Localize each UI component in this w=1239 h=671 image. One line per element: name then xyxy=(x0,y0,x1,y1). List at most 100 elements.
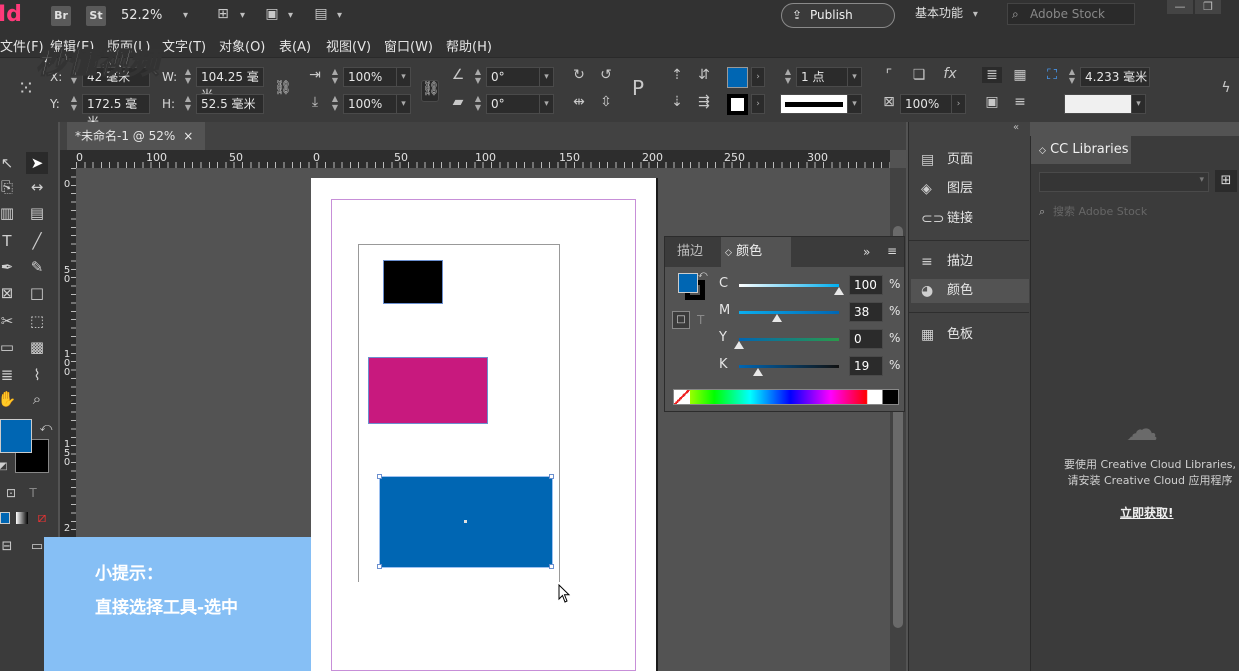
panel-item-3[interactable]: ≡ 描边 xyxy=(911,250,1029,274)
library-dropdown[interactable]: ▾ xyxy=(1039,172,1209,192)
stroke-weight-field[interactable]: 1 点 xyxy=(796,67,848,87)
anchor-point[interactable] xyxy=(377,474,382,479)
anchor-point[interactable] xyxy=(549,474,554,479)
free-transform-tool-icon[interactable]: ⬚ xyxy=(26,310,48,332)
slider-thumb[interactable] xyxy=(834,287,844,295)
select-container-icon[interactable]: ⇡ xyxy=(668,67,686,83)
screen-mode-dropdown-icon[interactable]: ▾ xyxy=(288,10,293,21)
menu-type[interactable]: 文字(T) xyxy=(162,36,206,55)
rotate-cw-icon[interactable]: ↻ xyxy=(570,67,588,83)
effects-icon[interactable]: fx xyxy=(940,66,960,82)
flip-vertical-icon[interactable]: ⇳ xyxy=(597,94,615,110)
stock-badge[interactable]: St xyxy=(86,6,106,26)
zoom-dropdown-icon[interactable]: ▾ xyxy=(183,10,188,21)
document-tab[interactable]: *未命名-1 @ 52% × xyxy=(67,122,205,150)
panel-item-1[interactable]: ◈ 图层 xyxy=(911,177,1029,201)
get-it-now-link[interactable]: 立即获取! xyxy=(1120,504,1173,521)
color-fill-swatch[interactable] xyxy=(678,273,698,293)
wrap-none-icon[interactable]: ≣ xyxy=(982,67,1002,83)
select-content-icon[interactable]: ⇣ xyxy=(668,94,686,110)
screen-mode-icon[interactable]: ▣ xyxy=(261,6,283,22)
tab-color[interactable]: ◇ 颜色 xyxy=(721,237,791,267)
workspace-switcher[interactable]: 基本功能 ▾ xyxy=(915,4,978,21)
scale-y-spinner[interactable]: ▲ ▼ xyxy=(329,94,341,114)
scale-x-dropdown[interactable]: ▾ xyxy=(397,67,411,87)
scale-y-dropdown[interactable]: ▾ xyxy=(397,94,411,114)
menu-view[interactable]: 视图(V) xyxy=(326,36,371,55)
view-options-dropdown-icon[interactable]: ▾ xyxy=(240,10,245,21)
pen-tool-icon[interactable]: ✒ xyxy=(0,256,18,278)
stroke-swatch[interactable] xyxy=(727,94,748,115)
close-icon[interactable]: × xyxy=(183,129,193,143)
rectangle-frame-tool-icon[interactable]: ⊠ xyxy=(0,282,18,304)
pencil-tool-icon[interactable]: ✎ xyxy=(26,256,48,278)
rotate-spinner[interactable]: ▲ ▼ xyxy=(472,67,484,87)
hand-tool-icon[interactable]: ✋ xyxy=(0,388,18,410)
direct-selection-tool-icon[interactable]: ➤ xyxy=(26,152,48,174)
wrap-shape-icon[interactable]: ▣ xyxy=(982,94,1002,110)
h-field[interactable]: 52.5 毫米 xyxy=(196,94,264,114)
content-collector-icon[interactable]: ▥ xyxy=(0,202,18,224)
corner-options-icon[interactable]: ⌜ xyxy=(880,67,898,83)
restore-button[interactable]: ❐ xyxy=(1195,0,1221,14)
container-format-icon[interactable]: □ xyxy=(672,311,690,329)
opacity-dropdown[interactable]: › xyxy=(952,94,966,114)
scale-x-field[interactable]: 100% xyxy=(343,67,397,87)
gradient-feather-tool-icon[interactable]: ▩ xyxy=(26,336,48,358)
stroke-weight-spinner[interactable]: ▲ ▼ xyxy=(782,67,794,87)
scale-x-spinner[interactable]: ▲ ▼ xyxy=(329,67,341,87)
blue-rectangle[interactable] xyxy=(379,476,553,568)
apply-none-icon[interactable]: ⧄ xyxy=(31,507,53,529)
dock-collapse-icon[interactable]: « xyxy=(1013,122,1019,133)
rotate-ccw-icon[interactable]: ↺ xyxy=(597,67,615,83)
line-tool-icon[interactable]: ╱ xyxy=(26,230,48,252)
fill-dropdown[interactable]: › xyxy=(751,67,765,87)
black-rectangle[interactable] xyxy=(383,260,443,304)
default-colors-icon[interactable]: ◩ xyxy=(0,456,14,478)
cc-libraries-tab[interactable]: ◇ CC Libraries xyxy=(1031,136,1131,164)
view-options-icon[interactable]: ⊞ xyxy=(212,6,234,22)
eyedropper-tool-icon[interactable]: ⌇ xyxy=(26,364,48,386)
panel-item-0[interactable]: ▤ 页面 xyxy=(911,148,1029,172)
gradient-swatch-tool-icon[interactable]: ▭ xyxy=(0,336,18,358)
rectangle-tool-icon[interactable]: □ xyxy=(26,282,48,304)
offset-spinner[interactable]: ▲ ▼ xyxy=(1066,67,1078,87)
gap-tool-icon[interactable]: ↔ xyxy=(26,176,48,198)
rotate-field[interactable]: 0° xyxy=(486,67,540,87)
rotate-dropdown[interactable]: ▾ xyxy=(540,67,554,87)
select-next-icon[interactable]: ⇶ xyxy=(694,94,714,110)
menu-table[interactable]: 表(A) xyxy=(279,36,311,55)
slider-thumb[interactable] xyxy=(734,341,744,349)
offset-field[interactable]: 4.233 毫米 xyxy=(1080,67,1150,87)
bridge-badge[interactable]: Br xyxy=(51,6,71,26)
collapse-panel-icon[interactable]: » xyxy=(863,245,870,259)
cc-search[interactable]: ⌕ 搜索 Adobe Stock xyxy=(1035,202,1231,222)
slider-track[interactable] xyxy=(739,311,839,314)
swap-colors-icon[interactable]: ⤺ xyxy=(35,416,57,438)
panel-menu-icon[interactable]: ≡ xyxy=(887,244,897,258)
menu-object[interactable]: 对象(O) xyxy=(219,36,265,55)
shear-field[interactable]: 0° xyxy=(486,94,540,114)
zoom-tool-icon[interactable]: ⌕ xyxy=(26,388,48,410)
apply-gradient-icon[interactable] xyxy=(16,512,28,524)
stroke-weight-dropdown[interactable]: ▾ xyxy=(848,67,862,87)
stroke-style-field[interactable] xyxy=(780,94,848,114)
anchor-point[interactable] xyxy=(377,564,382,569)
slider-value[interactable]: 38 xyxy=(849,302,883,322)
scissors-tool-icon[interactable]: ✂ xyxy=(0,310,18,332)
none-color-icon[interactable] xyxy=(674,390,690,404)
grid-view-button[interactable]: ⊞ xyxy=(1215,170,1237,192)
wrap-bounding-icon[interactable]: ▦ xyxy=(1010,67,1030,83)
constrain-proportions-icon[interactable]: ⛓ xyxy=(274,80,292,96)
formatting-container-icon[interactable]: ⊡ xyxy=(0,482,22,504)
publish-online-button[interactable]: ⇪ Publish Online xyxy=(781,3,895,45)
minimize-button[interactable]: — xyxy=(1167,0,1193,14)
adobe-stock-search[interactable]: ⌕ Adobe Stock xyxy=(1007,3,1135,25)
screen-mode-normal-icon[interactable]: ⊟ xyxy=(0,536,18,558)
scale-y-field[interactable]: 100% xyxy=(343,94,397,114)
slider-value[interactable]: 100 xyxy=(849,275,883,295)
swap-fill-stroke-icon[interactable]: ⤺ xyxy=(698,270,708,280)
page-tool-icon[interactable]: ⎘ xyxy=(0,176,18,198)
anchor-point[interactable] xyxy=(549,564,554,569)
type-tool-icon[interactable]: T xyxy=(0,230,18,252)
